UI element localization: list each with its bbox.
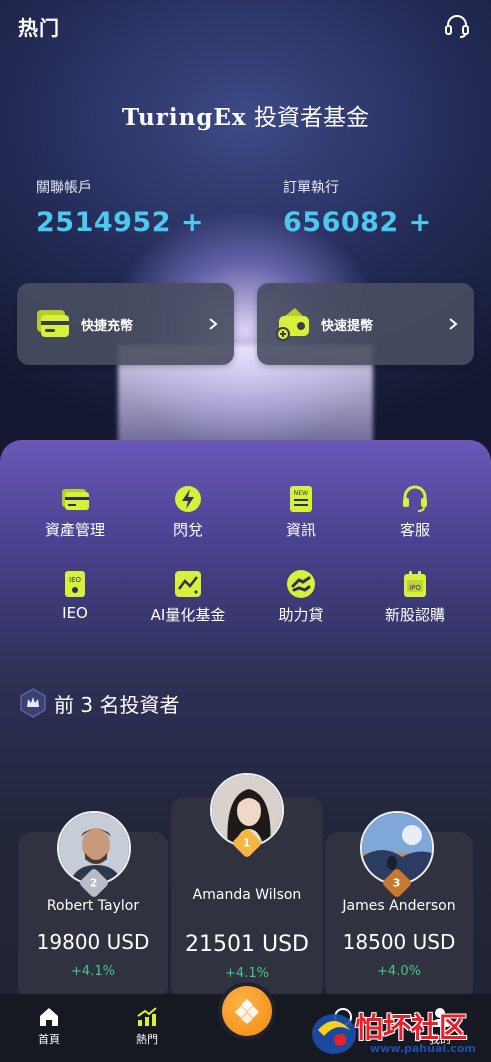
quick-withdraw-label: 快速提幣 xyxy=(321,318,374,334)
headset-icon[interactable] xyxy=(443,12,471,40)
ipo-icon: IPO xyxy=(404,571,426,597)
grid-item-flash-exchange[interactable]: 閃兌 xyxy=(133,483,243,540)
grid-item-ai-quant-fund[interactable]: AI量化基金 xyxy=(133,568,243,625)
grid-label: 資產管理 xyxy=(44,521,105,539)
nav-label: 首頁 xyxy=(38,1033,60,1046)
grid-label: IEO xyxy=(62,604,88,622)
page-title: 热门 xyxy=(18,16,60,40)
quick-deposit-label: 快捷充幣 xyxy=(81,318,134,334)
crown-badge-icon xyxy=(20,688,46,718)
investor-name: James Anderson xyxy=(342,898,456,914)
svg-text:IEO: IEO xyxy=(69,576,81,584)
svg-text:NEW: NEW xyxy=(294,490,308,497)
stat-label-orders: 訂單執行 xyxy=(283,180,339,196)
grid-item-asset-management[interactable]: 資產管理 xyxy=(20,483,130,540)
grid-item-customer-service[interactable]: 客服 xyxy=(360,483,470,540)
brand-title: TuringEx 投資者基金 xyxy=(0,98,491,132)
investor-name: Robert Taylor xyxy=(46,898,140,914)
svg-text:IPO: IPO xyxy=(409,584,421,592)
chevron-right-icon xyxy=(449,318,458,330)
nav-hot[interactable]: 熱門 xyxy=(112,1006,182,1047)
investor-change: +4.0% xyxy=(377,964,421,979)
grid-label: 新股認購 xyxy=(384,606,445,624)
stat-label-accounts: 關聯帳戶 xyxy=(36,180,92,196)
trending-chart-icon xyxy=(137,1007,157,1026)
lightning-icon xyxy=(175,486,201,512)
chevron-right-icon xyxy=(209,318,218,330)
top-investors-title: 前 3 名投資者 xyxy=(20,688,179,718)
wallet-icon xyxy=(62,489,89,510)
deposit-card-icon xyxy=(37,310,69,337)
diamond-icon xyxy=(235,999,259,1024)
top-investors-label: 前 3 名投資者 xyxy=(54,692,180,717)
handshake-icon xyxy=(287,570,315,598)
investor-amount: 21501 USD xyxy=(185,932,309,957)
home-icon xyxy=(40,1008,58,1026)
ieo-icon: IEO xyxy=(65,571,85,597)
quick-deposit-button[interactable]: 快捷充幣 xyxy=(17,283,234,365)
stat-value-orders: 656082 + xyxy=(283,207,432,238)
watermark-text: 怕坏社区 xyxy=(355,1011,468,1044)
withdraw-wallet-icon xyxy=(276,308,309,341)
grid-label: 閃兌 xyxy=(172,521,203,539)
grid-item-ieo[interactable]: IEO IEO xyxy=(20,568,130,622)
headset-icon xyxy=(403,485,427,512)
grid-item-ipo-subscription[interactable]: IPO 新股認購 xyxy=(360,568,470,625)
news-icon: NEW xyxy=(290,486,312,512)
investor-amount: 18500 USD xyxy=(342,930,456,954)
stat-value-accounts: 2514952 + xyxy=(36,207,205,238)
investor-change: +4.1% xyxy=(225,966,269,981)
brand-suffix: 投資者基金 xyxy=(246,105,369,131)
nav-home[interactable]: 首頁 xyxy=(14,1006,84,1047)
grid-label: 助力貸 xyxy=(278,606,324,624)
investor-name: Amanda Wilson xyxy=(192,887,302,903)
chart-icon xyxy=(175,571,201,597)
grid-label: 資訊 xyxy=(285,521,316,539)
grid-item-news[interactable]: NEW 資訊 xyxy=(246,483,356,540)
grid-label: AI量化基金 xyxy=(150,606,226,624)
investor-amount: 19800 USD xyxy=(36,930,150,954)
grid-label: 客服 xyxy=(399,521,430,539)
quick-withdraw-button[interactable]: 快速提幣 xyxy=(257,283,474,365)
nav-label: 熱門 xyxy=(136,1033,158,1046)
watermark-url: www.pahuai.com xyxy=(370,1042,476,1055)
brand-name: TuringEx xyxy=(122,104,247,131)
investor-change: +4.1% xyxy=(71,964,115,979)
grid-item-assist-loan[interactable]: 助力貸 xyxy=(246,568,356,625)
center-trade-button[interactable] xyxy=(222,986,272,1036)
